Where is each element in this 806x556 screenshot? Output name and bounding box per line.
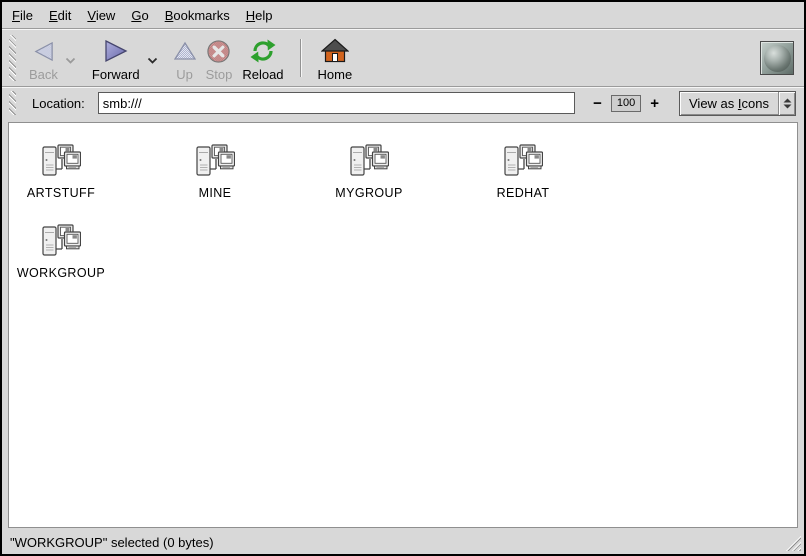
menu-help[interactable]: Help bbox=[238, 4, 281, 27]
chevron-down-icon bbox=[147, 57, 158, 64]
up-label: Up bbox=[176, 68, 193, 81]
back-history-dropdown-button[interactable] bbox=[63, 53, 79, 67]
zoom-out-button[interactable]: − bbox=[591, 96, 604, 111]
menu-view[interactable]: View bbox=[79, 4, 123, 27]
network-share-mygroup[interactable]: MYGROUP bbox=[323, 143, 415, 223]
home-icon bbox=[321, 38, 349, 64]
location-input[interactable] bbox=[98, 92, 575, 114]
file-manager-window: File Edit View Go Bookmarks Help Back bbox=[0, 0, 806, 556]
back-label: Back bbox=[29, 68, 58, 81]
icon-label: MINE bbox=[199, 186, 232, 200]
location-label: Location: bbox=[32, 96, 85, 111]
location-bar-grip-handle[interactable] bbox=[9, 91, 16, 115]
back-arrow-icon bbox=[32, 40, 55, 63]
network-share-mine[interactable]: MINE bbox=[169, 143, 261, 223]
icon-view[interactable]: ARTSTUFF MINE MYGROUP REDHAT WORKGROUP bbox=[8, 122, 798, 528]
menu-file[interactable]: File bbox=[4, 4, 41, 27]
forward-history-dropdown-button[interactable] bbox=[145, 53, 161, 67]
globe-throbber-icon bbox=[760, 41, 794, 75]
icon-label: ARTSTUFF bbox=[27, 186, 95, 200]
menu-go[interactable]: Go bbox=[123, 4, 156, 27]
reload-label: Reload bbox=[242, 68, 283, 81]
network-workgroup-icon bbox=[503, 143, 543, 181]
toolbar-grip-handle[interactable] bbox=[9, 35, 16, 81]
network-workgroup-icon bbox=[41, 143, 81, 181]
network-workgroup-icon bbox=[195, 143, 235, 181]
status-text: "WORKGROUP" selected (0 bytes) bbox=[10, 535, 214, 550]
icon-label: REDHAT bbox=[497, 186, 550, 200]
network-share-artstuff[interactable]: ARTSTUFF bbox=[15, 143, 107, 223]
network-workgroup-icon bbox=[349, 143, 389, 181]
back-button[interactable]: Back bbox=[24, 33, 63, 83]
view-as-label: View as Icons bbox=[680, 96, 778, 111]
icon-label: MYGROUP bbox=[335, 186, 402, 200]
reload-button[interactable]: Reload bbox=[237, 33, 288, 83]
home-button[interactable]: Home bbox=[313, 33, 358, 83]
resize-grip-handle[interactable] bbox=[785, 535, 801, 551]
stop-label: Stop bbox=[206, 68, 233, 81]
menu-edit[interactable]: Edit bbox=[41, 4, 79, 27]
zoom-level-indicator[interactable]: 100 bbox=[611, 95, 641, 112]
status-bar: "WORKGROUP" selected (0 bytes) bbox=[2, 530, 804, 554]
forward-arrow-icon bbox=[103, 39, 129, 63]
stop-icon bbox=[206, 39, 231, 64]
menubar: File Edit View Go Bookmarks Help bbox=[2, 2, 804, 28]
forward-label: Forward bbox=[92, 68, 140, 81]
menu-bookmarks[interactable]: Bookmarks bbox=[157, 4, 238, 27]
toolbar-separator bbox=[300, 39, 302, 77]
view-as-dropdown[interactable]: View as Icons bbox=[679, 91, 796, 116]
reload-icon bbox=[249, 38, 277, 64]
home-label: Home bbox=[318, 68, 353, 81]
icon-label: WORKGROUP bbox=[17, 266, 105, 280]
network-share-workgroup[interactable]: WORKGROUP bbox=[15, 223, 107, 303]
option-menu-arrows-icon bbox=[778, 92, 795, 115]
network-share-redhat[interactable]: REDHAT bbox=[477, 143, 569, 223]
up-button[interactable]: Up bbox=[169, 33, 201, 83]
network-workgroup-icon bbox=[41, 223, 81, 261]
up-arrow-icon bbox=[174, 41, 196, 61]
zoom-in-button[interactable]: + bbox=[648, 96, 661, 111]
location-bar: Location: − 100 + View as Icons bbox=[2, 88, 804, 118]
chevron-down-icon bbox=[65, 57, 76, 64]
toolbar: Back Forward U bbox=[2, 30, 804, 86]
forward-button[interactable]: Forward bbox=[87, 33, 145, 83]
stop-button[interactable]: Stop bbox=[201, 33, 238, 83]
